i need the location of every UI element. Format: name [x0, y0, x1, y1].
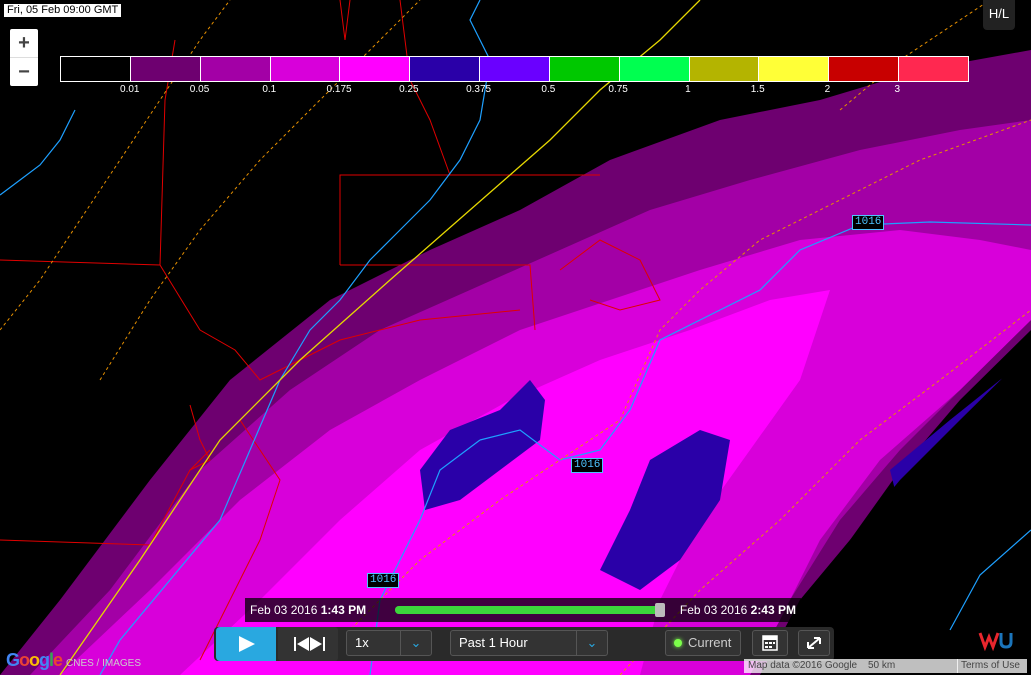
- legend-swatch: [270, 57, 341, 81]
- timeline-end-time: 2:43 PM: [750, 603, 796, 617]
- legend-swatch: [410, 57, 481, 81]
- zoom-out-button[interactable]: −: [10, 57, 38, 86]
- legend-tick-label: 0.75: [608, 84, 628, 95]
- legend-tick-label: 0.175: [326, 84, 352, 95]
- timeline-handle[interactable]: [655, 603, 665, 617]
- legend-swatch: [340, 57, 411, 81]
- map-timestamp: Fri, 05 Feb 09:00 GMT: [4, 4, 122, 17]
- wu-logo-icon[interactable]: [978, 627, 1016, 651]
- legend-swatch: [829, 57, 900, 81]
- legend-tick-label: 1: [685, 84, 691, 95]
- speed-select[interactable]: 1x ⌄: [346, 630, 432, 656]
- legend-tick-label: 0.01: [120, 84, 140, 95]
- expand-icon: [807, 637, 821, 649]
- legend-swatch: [619, 57, 690, 81]
- speed-value: 1x: [355, 635, 369, 650]
- calendar-icon: [762, 635, 778, 651]
- isobar-label: 1016: [571, 458, 604, 473]
- legend-tick-label: 0.05: [189, 84, 210, 95]
- legend-swatch: [130, 57, 201, 81]
- legend-swatch: [200, 57, 271, 81]
- range-value: Past 1 Hour: [459, 635, 528, 650]
- imagery-attribution: CNES / IMAGES: [66, 658, 142, 669]
- zoom-control: + −: [10, 29, 38, 86]
- legend-swatch: [480, 57, 550, 81]
- timeline-end-date: Feb 03 2016: [679, 603, 748, 617]
- high-low-icon: H/L: [988, 6, 1010, 21]
- legend-swatch: [61, 57, 131, 81]
- map-data-attribution[interactable]: Map data ©2016 Google: [744, 659, 864, 673]
- step-icon: [294, 637, 325, 651]
- chevron-down-icon: ⌄: [576, 631, 607, 655]
- legend-tick-label: 0.1: [262, 84, 277, 95]
- timeline-progress-fill: [395, 606, 661, 614]
- calendar-button[interactable]: [752, 630, 788, 656]
- step-buttons[interactable]: [278, 627, 338, 661]
- legend-tick-label: 1.5: [750, 84, 765, 95]
- precipitation-map[interactable]: [0, 0, 1031, 675]
- legend-tick-label: 3: [894, 84, 900, 95]
- zoom-in-button[interactable]: +: [10, 29, 38, 57]
- range-select[interactable]: Past 1 Hour ⌄: [450, 630, 608, 656]
- timeline-start-date: Feb 03 2016: [250, 603, 318, 617]
- isobar-label: 1016: [367, 573, 400, 588]
- legend-tick-labels: 0.01 0.05 0.1 0.175 0.25 0.375 0.5 0.75 1 1.5 2 3: [60, 84, 967, 98]
- legend-swatch: [899, 57, 968, 81]
- scale-label: 50 km: [868, 660, 896, 671]
- precip-color-legend: [60, 56, 969, 82]
- expand-button[interactable]: [798, 630, 830, 656]
- legend-tick-label: 0.375: [466, 84, 492, 95]
- timeline-end: Feb 03 2016 2:43 PM: [680, 603, 796, 617]
- current-button[interactable]: Current: [665, 630, 741, 656]
- animation-controls: 1x ⌄ Past 1 Hour ⌄ Current: [214, 627, 834, 661]
- high-low-toggle-button[interactable]: H/L: [983, 0, 1015, 30]
- isobar-label: 1016: [852, 215, 885, 230]
- legend-swatch: [759, 57, 830, 81]
- legend-tick-label: 0.25: [399, 84, 419, 95]
- legend-tick-label: 0.5: [541, 84, 556, 95]
- google-logo: Google: [6, 650, 63, 670]
- timeline-start-time: 1:43 PM: [320, 603, 367, 617]
- timeline-bar: Feb 03 2016 1:43 PM Feb 03 2016 2:43 PM: [245, 598, 801, 622]
- chevron-down-icon: ⌄: [400, 631, 431, 655]
- legend-swatch: [689, 57, 760, 81]
- play-button[interactable]: [216, 627, 276, 661]
- map-scale[interactable]: 50 km: [864, 659, 958, 673]
- terms-of-use-link[interactable]: Terms of Use: [957, 659, 1027, 673]
- legend-tick-label: 2: [824, 84, 831, 95]
- timeline-start: Feb 03 2016 1:43 PM: [250, 603, 366, 617]
- timeline-track[interactable]: [395, 603, 665, 617]
- legend-swatch: [549, 57, 620, 81]
